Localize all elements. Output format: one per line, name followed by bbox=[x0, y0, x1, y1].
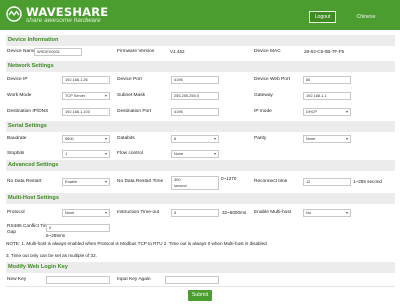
chevron-down-icon bbox=[105, 181, 107, 183]
flow-control-select[interactable]: None bbox=[171, 150, 219, 158]
instruction-timeout-input[interactable]: 5 bbox=[171, 209, 219, 217]
device-name-input[interactable]: WSDEV0001 bbox=[34, 48, 82, 56]
chevron-down-icon bbox=[105, 153, 107, 155]
device-mac-label: Device MAC bbox=[254, 49, 281, 54]
enable-multi-host-selected: No bbox=[306, 210, 311, 215]
waveshare-logo-icon bbox=[6, 6, 22, 22]
device-ip-label: Device IP bbox=[7, 77, 28, 82]
device-port-input[interactable]: 4196 bbox=[171, 76, 219, 84]
enable-multi-host-select[interactable]: No bbox=[303, 209, 351, 217]
chevron-down-icon bbox=[105, 95, 107, 97]
rs485-conflict-range: 5~255ms bbox=[46, 233, 66, 238]
subnet-mask-input[interactable]: 255.255.255.0 bbox=[171, 92, 219, 100]
parity-selected: None bbox=[306, 136, 316, 141]
section-device-information: Device Information bbox=[6, 35, 395, 46]
work-mode-select[interactable]: TCP Server bbox=[62, 92, 110, 100]
device-web-port-label: Device Web Port bbox=[254, 77, 290, 82]
flow-control-label: Flow control bbox=[117, 151, 143, 156]
enable-multi-host-label: Enable Multi-host bbox=[254, 210, 292, 215]
chevron-down-icon bbox=[346, 212, 348, 214]
work-mode-selected: TCP Server bbox=[65, 93, 86, 98]
section-serial-settings: Serial Settings bbox=[6, 121, 395, 132]
instruction-timeout-label: Instruction Time-out bbox=[117, 210, 160, 215]
instruction-timeout-range: 32~6000ms bbox=[222, 210, 247, 215]
section-title: Network Settings bbox=[8, 63, 54, 69]
device-name-label: Device Name bbox=[7, 49, 36, 54]
divider bbox=[6, 286, 395, 287]
destination-port-label: Destination Port bbox=[117, 109, 152, 114]
device-web-port-input[interactable]: 80 bbox=[303, 76, 351, 84]
reconnect-time-range: 1~255 second bbox=[353, 179, 382, 184]
no-data-restart-time-unit: second bbox=[174, 183, 187, 188]
new-key-label: New Key bbox=[7, 277, 27, 282]
section-title: Serial Settings bbox=[8, 123, 47, 129]
ip-mode-select[interactable]: DHCP bbox=[303, 108, 351, 116]
device-mac-value: 28-62-C5-0B-7F-F5 bbox=[304, 49, 345, 54]
chevron-down-icon bbox=[214, 138, 216, 140]
section-advanced-settings: Advanced Settings bbox=[6, 160, 395, 171]
no-data-restart-time-range: 0~1270 bbox=[221, 176, 237, 181]
waveshare-logo: WAVESHARE share awesome hardware bbox=[6, 4, 126, 26]
brand-slogan: share awesome hardware bbox=[26, 17, 101, 24]
multi-host-note-2: 3. Time out only can be set as multiple … bbox=[6, 253, 97, 258]
gateway-input[interactable]: 192.168.1.1 bbox=[303, 92, 351, 100]
new-key-input[interactable] bbox=[46, 276, 110, 284]
reconnect-time-input[interactable]: 12 bbox=[303, 178, 351, 186]
baudrate-select[interactable]: 9600 bbox=[62, 135, 110, 143]
input-key-again-label: Input Key Again bbox=[117, 277, 151, 282]
submit-button[interactable]: Submit bbox=[188, 290, 212, 301]
no-data-restart-label: No Data Restart bbox=[7, 179, 42, 184]
no-data-restart-select[interactable]: Enable bbox=[62, 178, 110, 186]
input-key-again-input[interactable] bbox=[165, 276, 219, 284]
databits-select[interactable]: 8 bbox=[171, 135, 219, 143]
destination-ip-input[interactable]: 192.168.1.100 bbox=[62, 108, 110, 116]
parity-select[interactable]: None bbox=[303, 135, 351, 143]
protocol-label: Protocol bbox=[7, 210, 25, 215]
logout-button[interactable]: Logout bbox=[309, 11, 336, 23]
chevron-down-icon bbox=[105, 212, 107, 214]
destination-ip-label: Destination IP/DNS bbox=[7, 109, 49, 114]
databits-label: Databits bbox=[117, 136, 135, 141]
gateway-label: Gateway bbox=[254, 93, 273, 98]
baudrate-selected: 9600 bbox=[65, 136, 74, 141]
chevron-down-icon bbox=[346, 111, 348, 113]
parity-label: Parity bbox=[254, 136, 267, 141]
section-title: Multi-Host Settings bbox=[8, 195, 59, 201]
device-ip-input[interactable]: 192.168.1.26 bbox=[62, 76, 110, 84]
rs485-conflict-label-line2: Gap bbox=[7, 230, 17, 235]
stopbits-selected: 1 bbox=[65, 151, 68, 156]
protocol-select[interactable]: None bbox=[62, 209, 110, 217]
firmware-version-value: V1.452 bbox=[170, 49, 185, 54]
stopbits-select[interactable]: 1 bbox=[62, 150, 110, 158]
reconnect-time-label: Reconnect time bbox=[254, 179, 288, 184]
firmware-version-label: Firmware Version bbox=[117, 49, 155, 54]
chinese-language-button[interactable]: Chinese bbox=[350, 11, 382, 23]
baudrate-label: Baudrate bbox=[7, 136, 27, 141]
rs485-conflict-input[interactable]: 0 bbox=[46, 224, 110, 232]
chevron-down-icon bbox=[105, 138, 107, 140]
no-data-restart-time-label: No Data Restart Time bbox=[117, 179, 164, 184]
no-data-restart-time-input[interactable]: 300 second bbox=[171, 176, 219, 190]
stopbits-label: Stopbits bbox=[7, 151, 25, 156]
section-title: Modify Web Login Key bbox=[8, 264, 68, 270]
chevron-down-icon bbox=[214, 153, 216, 155]
section-multi-host-settings: Multi-Host Settings bbox=[6, 193, 395, 204]
multi-host-note-1: NOTE: 1. Multi-host is always enabled wh… bbox=[6, 241, 267, 246]
work-mode-label: Work Mode bbox=[7, 93, 32, 98]
chevron-down-icon bbox=[346, 138, 348, 140]
section-network-settings: Network Settings bbox=[6, 61, 395, 72]
section-modify-web-login-key: Modify Web Login Key bbox=[6, 262, 395, 273]
protocol-selected: None bbox=[65, 210, 75, 215]
databits-selected: 8 bbox=[174, 136, 177, 141]
subnet-mask-label: Subnet Mask bbox=[117, 93, 145, 98]
section-title: Advanced Settings bbox=[8, 162, 59, 168]
flow-control-selected: None bbox=[174, 151, 184, 156]
destination-port-input[interactable]: 4196 bbox=[171, 108, 219, 116]
device-port-label: Device Port bbox=[117, 77, 142, 82]
ip-mode-selected: DHCP bbox=[306, 109, 318, 114]
section-title: Device Information bbox=[8, 37, 59, 43]
top-header-bar: WAVESHARE share awesome hardware Logout … bbox=[0, 0, 400, 30]
ip-mode-label: IP mode bbox=[254, 109, 272, 114]
no-data-restart-selected: Enable bbox=[65, 179, 78, 184]
